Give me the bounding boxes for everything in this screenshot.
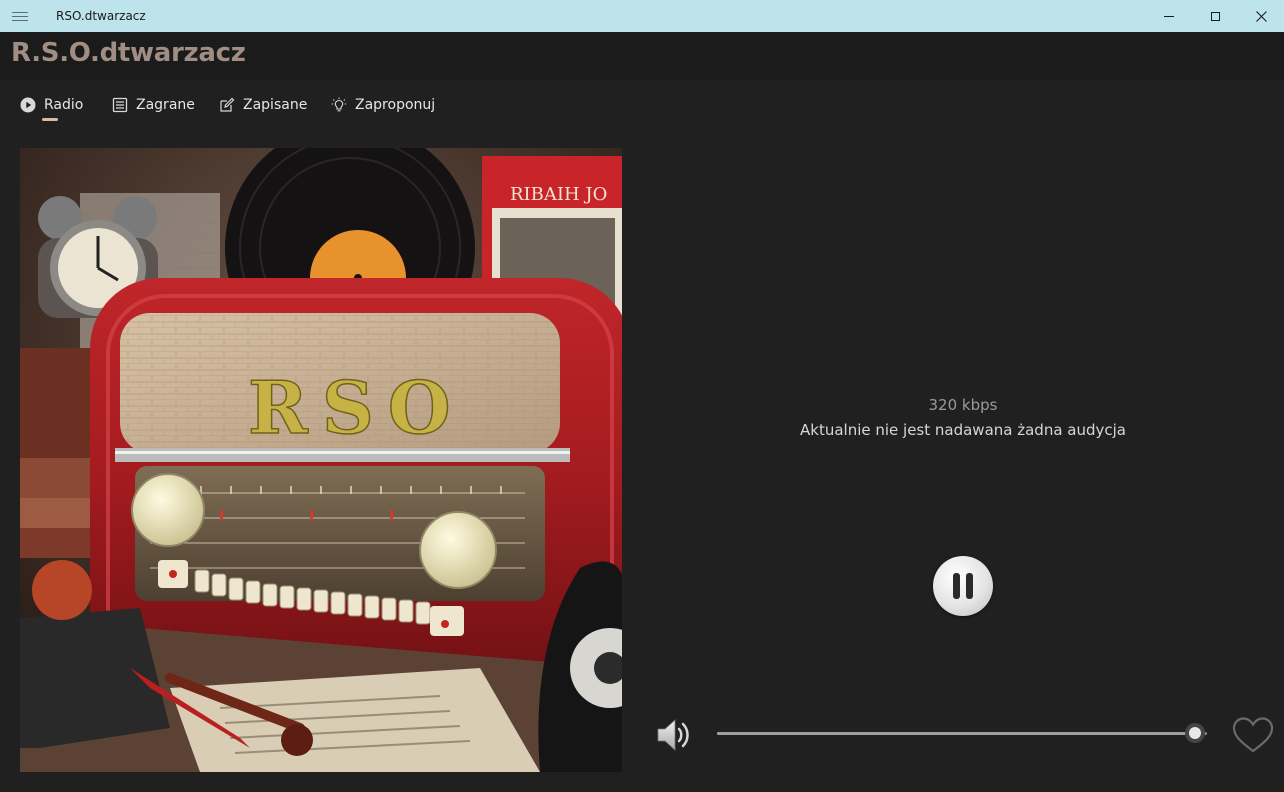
tab-radio[interactable]: Radio [20,88,83,122]
maximize-icon [1210,11,1220,21]
retro-radio-image: RIBAIH JO RSO [20,148,622,772]
lightbulb-icon [331,97,347,113]
volume-slider-thumb[interactable] [1184,723,1205,743]
heart-icon [1232,717,1274,753]
close-button[interactable] [1238,0,1284,32]
app-title: R.S.O.dtwarzacz [11,38,246,68]
minimize-icon [1164,15,1174,17]
edit-icon [219,97,235,113]
window-controls [1146,0,1284,32]
tab-zaproponuj[interactable]: Zaproponuj [331,88,435,122]
tab-zagrane-label: Zagrane [136,97,195,113]
pause-icon [953,573,973,599]
window-title: RSO.dtwarzacz [56,9,146,23]
svg-text:RIBAIH JO: RIBAIH JO [510,184,607,205]
bitrate-label: 320 kbps [928,396,998,414]
maximize-button[interactable] [1192,0,1238,32]
nav-tabs: Radio Zagrane Zapisane Zaproponuj [0,88,700,128]
pause-button[interactable] [933,556,993,616]
tab-zapisane-label: Zapisane [243,97,308,113]
tab-zapisane[interactable]: Zapisane [219,88,307,122]
volume-button[interactable] [654,715,694,755]
station-artwork: RIBAIH JO RSO [20,148,622,772]
list-icon [112,97,128,113]
favorite-button[interactable] [1231,715,1275,755]
volume-slider[interactable] [717,722,1207,744]
tab-radio-label: Radio [44,97,84,113]
close-icon [1255,10,1267,22]
app-header: R.S.O.dtwarzacz [0,32,1284,80]
tab-zaproponuj-label: Zaproponuj [355,97,436,113]
play-circle-icon [20,97,36,113]
now-playing-status: Aktualnie nie jest nadawana żadna audycj… [800,421,1126,439]
window-titlebar: RSO.dtwarzacz [0,0,1284,32]
speaker-icon [657,719,689,751]
minimize-button[interactable] [1146,0,1192,32]
artwork-logo-text: RSO [248,365,465,450]
volume-slider-fill [717,732,1195,735]
tab-zagrane[interactable]: Zagrane [112,88,195,122]
hamburger-menu-icon[interactable] [12,11,28,21]
tab-selected-indicator [42,118,58,121]
